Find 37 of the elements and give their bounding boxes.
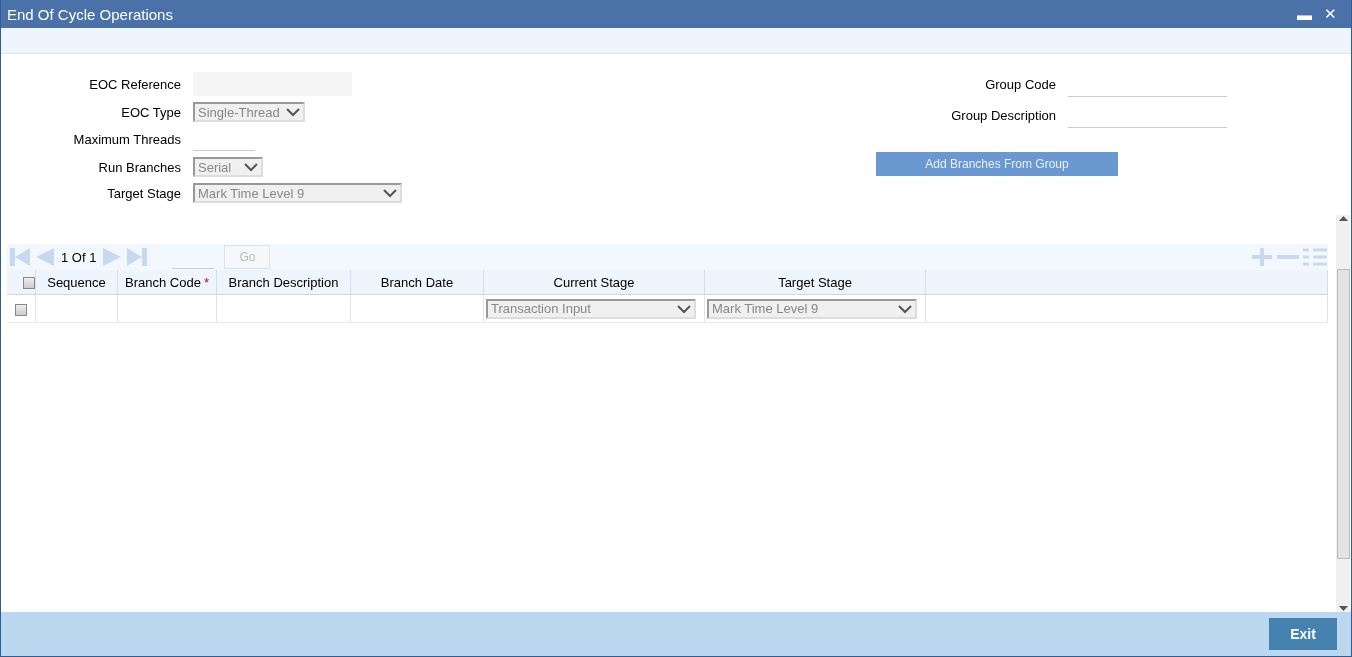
- last-page-icon[interactable]: [126, 247, 149, 267]
- field-label: EOC Type: [120, 104, 181, 120]
- checkbox[interactable]: [15, 303, 27, 316]
- page-indicator: 1 Of 1: [61, 249, 97, 265]
- list-icon[interactable]: [1302, 247, 1328, 267]
- first-page-icon[interactable]: [9, 247, 31, 267]
- column-header: Branch Date: [380, 274, 454, 290]
- field-label: EOC Reference: [88, 76, 181, 92]
- add-row-icon[interactable]: [1250, 247, 1274, 267]
- column-header: Branch Code: [125, 274, 201, 290]
- chevron-down-icon: [677, 303, 691, 314]
- field-label: Group Code: [984, 77, 1056, 92]
- target-stage-dropdown[interactable]: Mark Time Level 9: [707, 298, 917, 319]
- chevron-down-icon: [285, 107, 300, 117]
- scrollbar[interactable]: [1336, 215, 1350, 612]
- next-page-icon[interactable]: [102, 247, 123, 267]
- checkbox[interactable]: [23, 277, 35, 290]
- chevron-down-icon: [244, 162, 258, 172]
- previous-page-icon[interactable]: [35, 247, 55, 267]
- column-header: Current Stage: [553, 274, 635, 290]
- field-label: Run Branches: [97, 159, 181, 175]
- close-button[interactable]: ✕: [1318, 5, 1343, 23]
- field-label: Maximum Threads: [72, 132, 181, 147]
- column-header: Sequence: [47, 274, 106, 290]
- field-label: Target Stage: [106, 185, 181, 201]
- field-label: Group Description: [951, 108, 1056, 123]
- chevron-down-icon: [898, 303, 912, 314]
- chevron-down-icon: [383, 188, 397, 198]
- window-title: End Of Cycle Operations: [7, 5, 174, 23]
- required-icon: *: [203, 274, 209, 290]
- minimize-button[interactable]: ▬: [1291, 5, 1318, 23]
- column-header: Target Stage: [778, 274, 852, 290]
- go-button[interactable]: Go: [224, 245, 271, 269]
- scroll-up-icon[interactable]: [1338, 215, 1348, 221]
- column-header: Branch Description: [228, 274, 339, 290]
- current-stage-dropdown[interactable]: Transaction Input: [486, 298, 696, 319]
- exit-button[interactable]: Exit: [1269, 618, 1337, 650]
